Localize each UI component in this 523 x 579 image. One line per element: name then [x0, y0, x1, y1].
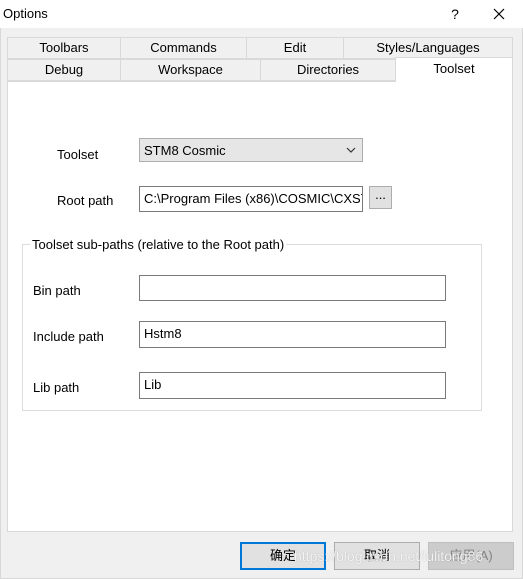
help-button[interactable]: ?: [442, 0, 468, 28]
tab-toolset[interactable]: Toolset: [395, 57, 513, 82]
subpaths-group-title: Toolset sub-paths (relative to the Root …: [30, 237, 287, 252]
tab-workspace[interactable]: Workspace: [120, 59, 261, 81]
title-bar: Options ?: [0, 0, 523, 28]
lib-path-label: Lib path: [33, 380, 80, 395]
toolset-label: Toolset: [57, 147, 99, 162]
apply-button[interactable]: 应用(A): [428, 542, 514, 570]
tab-edit[interactable]: Edit: [246, 37, 344, 59]
bin-path-label: Bin path: [33, 283, 81, 298]
tab-styles-languages[interactable]: Styles/Languages: [343, 37, 513, 59]
include-path-label: Include path: [33, 329, 104, 344]
close-icon: [493, 8, 505, 20]
tab-toolbars[interactable]: Toolbars: [7, 37, 121, 59]
tab-debug[interactable]: Debug: [7, 59, 121, 81]
root-path-label: Root path: [57, 193, 114, 208]
tab-commands[interactable]: Commands: [120, 37, 247, 59]
toolset-panel: Toolset STM8 Cosmic Root path C:\Program…: [7, 81, 513, 532]
ok-button[interactable]: 确定: [240, 542, 326, 570]
browse-button[interactable]: ...: [369, 186, 392, 209]
cancel-button[interactable]: 取消: [334, 542, 420, 570]
root-path-field[interactable]: C:\Program Files (x86)\COSMIC\CXST: [139, 186, 363, 212]
lib-path-field[interactable]: Lib: [139, 372, 446, 399]
toolset-selected-value: STM8 Cosmic: [144, 143, 226, 158]
bin-path-field[interactable]: [139, 275, 446, 301]
include-path-field[interactable]: Hstm8: [139, 321, 446, 348]
chevron-down-icon: [346, 147, 356, 153]
close-button[interactable]: [485, 0, 513, 28]
toolset-dropdown[interactable]: STM8 Cosmic: [139, 138, 363, 162]
window-title: Options: [3, 6, 48, 21]
tab-directories[interactable]: Directories: [260, 59, 396, 81]
